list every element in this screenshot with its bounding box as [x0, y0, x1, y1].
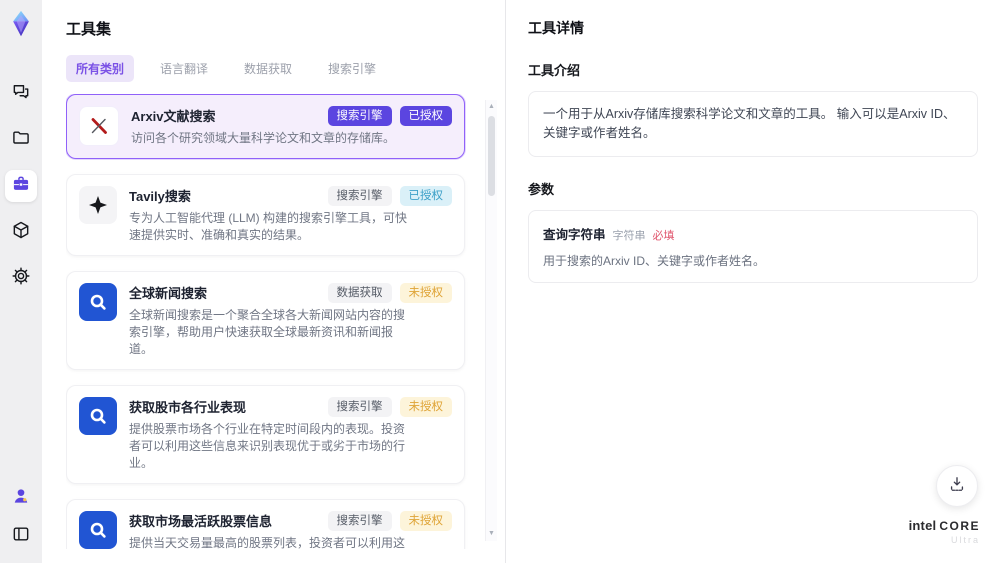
intro-card: 一个用于从Arxiv存储库搜索科学论文和文章的工具。 输入可以是Arxiv ID… [528, 91, 978, 157]
intel-wordmark: intel [908, 518, 937, 533]
blue-tool-icon [79, 397, 117, 435]
gear-icon [11, 266, 31, 291]
tool-list: Arxiv文献搜索 搜索引擎 已授权 访问各个研究领域大量科学论文和文章的存储库。 Ta… [66, 94, 481, 549]
param-header-line: 查询字符串 字符串 必填 [543, 224, 963, 243]
auth-status-tag: 已授权 [399, 106, 452, 126]
scrollbar-thumb[interactable] [488, 116, 495, 196]
tab-2[interactable]: 语言翻译 [150, 55, 218, 82]
left-sidebar [0, 0, 42, 563]
page-title: 工具集 [66, 21, 112, 38]
tavily-tool-icon [79, 186, 117, 224]
intro-text: 一个用于从Arxiv存储库搜索科学论文和文章的工具。 输入可以是Arxiv ID… [543, 107, 956, 140]
auth-status-tag: 未授权 [399, 283, 452, 303]
category-tag: 搜索引擎 [327, 511, 392, 531]
detail-title: 工具详情 [528, 20, 584, 36]
category-tag: 搜索引擎 [327, 106, 392, 126]
sidebar-item-cube[interactable] [5, 216, 37, 248]
blue-tool-icon [79, 283, 117, 321]
tool-name: 获取市场最活跃股票信息 [129, 514, 273, 529]
param-type: 字符串 [612, 230, 646, 242]
chat-icon [11, 82, 31, 107]
app-logo-icon [7, 10, 35, 38]
tool-card-5[interactable]: 获取市场最活跃股票信息 搜索引擎 未授权提供当天交易量最高的股票列表，投资者可以利用… [66, 499, 465, 549]
param-card: 查询字符串 字符串 必填 用于搜索的Arxiv ID、关键字或作者姓名。 [528, 210, 978, 283]
tool-name: Tavily搜索 [129, 189, 191, 204]
scroll-down-icon[interactable]: ▼ [488, 527, 495, 541]
tool-description: 提供股票市场各个行业在特定时间段内的表现。投资者可以利用这些信息来识别表现优于或… [129, 422, 406, 470]
sidebar-nav [5, 78, 37, 294]
collapse-panel-icon [11, 524, 31, 549]
tool-name: 获取股市各行业表现 [129, 400, 247, 415]
tool-detail-panel: 工具详情 工具介绍 一个用于从Arxiv存储库搜索科学论文和文章的工具。 输入可… [505, 0, 1000, 563]
list-scrollbar[interactable]: ▲ ▼ [485, 100, 497, 541]
tool-description: 专为人工智能代理 (LLM) 构建的搜索引擎工具，可快速提供实时、准确和真实的结… [129, 211, 408, 242]
tool-name: 全球新闻搜索 [129, 286, 208, 301]
scroll-up-icon[interactable]: ▲ [488, 100, 495, 114]
intel-core-logo: intel CORE Ultra [909, 519, 980, 547]
category-tag: 数据获取 [327, 283, 392, 303]
download-icon [947, 474, 967, 499]
tool-card-4[interactable]: 获取股市各行业表现 搜索引擎 未授权提供股票市场各个行业在特定时间段内的表现。投资者… [66, 385, 465, 484]
sidebar-bottom [8, 485, 34, 549]
sidebar-item-collapse-panel[interactable] [8, 523, 34, 549]
auth-status-tag: 未授权 [399, 511, 452, 531]
params-section-header: 参数 [528, 182, 555, 197]
tool-list-panel: 工具集 所有类别 语言翻译 数据获取 搜索引擎 Arxiv文献搜索 搜索引擎 已授权 访问各… [42, 0, 505, 563]
arxiv-tool-icon [79, 106, 119, 146]
tool-name: Arxiv文献搜索 [131, 109, 216, 124]
param-description: 用于搜索的Arxiv ID、关键字或作者姓名。 [543, 254, 766, 268]
tool-description: 提供当天交易量最高的股票列表，投资者可以利用这些信息来识别流动性强的股票和潜在的… [129, 536, 406, 549]
category-tag: 搜索引擎 [327, 186, 392, 206]
folder-icon [11, 128, 31, 153]
sidebar-item-gear[interactable] [5, 262, 37, 294]
profile-icon [11, 486, 31, 511]
category-tag: 搜索引擎 [327, 397, 392, 417]
intro-section-header: 工具介绍 [528, 63, 581, 78]
tool-description: 全球新闻搜索是一个聚合全球各大新闻网站内容的搜索引擎，帮助用户快速获取全球最新资… [129, 308, 406, 356]
category-tabs: 所有类别 语言翻译 数据获取 搜索引擎 [66, 55, 481, 82]
tab-1[interactable]: 所有类别 [66, 55, 135, 82]
ultra-wordmark: Ultra [950, 535, 980, 545]
cube-icon [11, 220, 31, 245]
auth-status-tag: 已授权 [399, 186, 452, 206]
sidebar-item-chat[interactable] [5, 78, 37, 110]
param-required-badge: 必填 [652, 230, 675, 242]
core-wordmark: CORE [939, 519, 980, 533]
tool-description: 访问各个研究领域大量科学论文和文章的存储库。 [131, 131, 396, 145]
tool-card-3[interactable]: 全球新闻搜索 数据获取 未授权全球新闻搜索是一个聚合全球各大新闻网站内容的搜索引擎，… [66, 271, 465, 370]
blue-tool-icon [79, 511, 117, 549]
sidebar-item-profile[interactable] [8, 485, 34, 511]
sidebar-item-toolbox[interactable] [5, 170, 37, 202]
param-name: 查询字符串 [543, 228, 606, 242]
tool-card-1[interactable]: Arxiv文献搜索 搜索引擎 已授权 访问各个研究领域大量科学论文和文章的存储库。 [66, 94, 465, 159]
download-button[interactable] [936, 465, 978, 507]
auth-status-tag: 未授权 [399, 397, 452, 417]
sidebar-item-folder[interactable] [5, 124, 37, 156]
toolbox-icon [11, 174, 31, 199]
tab-3[interactable]: 数据获取 [234, 55, 302, 82]
app-window: 工具集 所有类别 语言翻译 数据获取 搜索引擎 Arxiv文献搜索 搜索引擎 已授权 访问各… [0, 0, 1000, 563]
tool-card-2[interactable]: Tavily搜索 搜索引擎 已授权专为人工智能代理 (LLM) 构建的搜索引擎工具，… [66, 174, 465, 256]
tab-4[interactable]: 搜索引擎 [318, 55, 386, 82]
